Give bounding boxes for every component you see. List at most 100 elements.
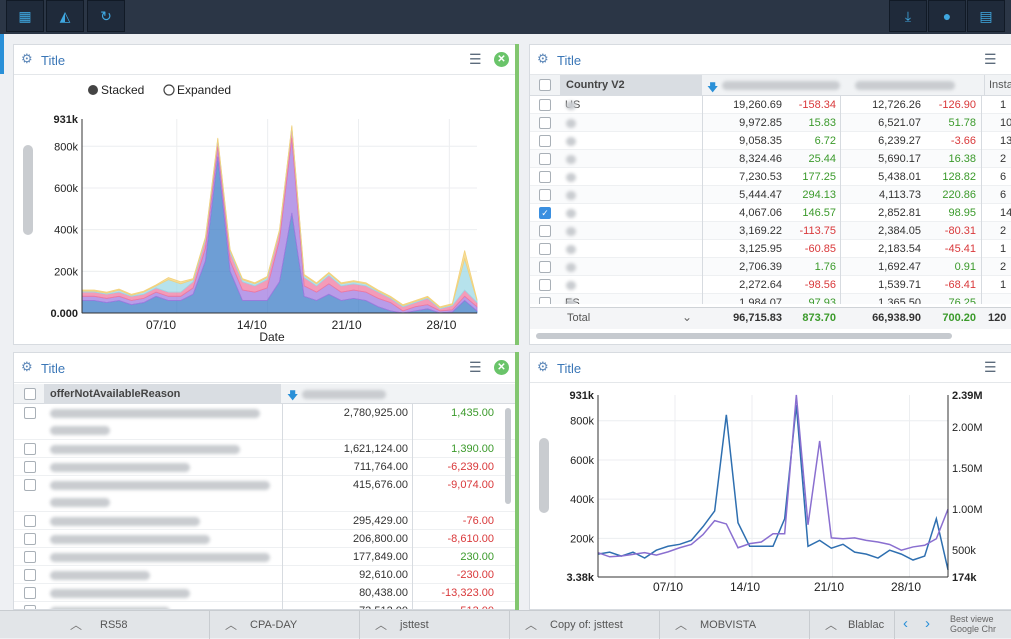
gear-icon[interactable]: ⚙ <box>537 51 549 67</box>
table-row[interactable]: 8,324.46 25.44 5,690.17 16.38 2 <box>530 150 1011 168</box>
table-row[interactable]: 295,429.00 -76.00 <box>14 512 515 530</box>
chevron-up-icon[interactable]: ︿ <box>820 611 842 639</box>
table-row[interactable]: 3,125.95 -60.85 2,183.54 -45.41 1 <box>530 240 1011 258</box>
row-checkbox[interactable] <box>24 551 36 563</box>
tab-next-icon[interactable]: › <box>925 615 930 632</box>
row-checkbox[interactable] <box>539 261 551 273</box>
column-header-country[interactable]: Country V2 <box>560 75 702 96</box>
tab-4[interactable]: ︿ Copy of: jsttest <box>510 611 660 639</box>
table-row[interactable]: 711,764.00 -6,239.00 <box>14 458 515 476</box>
table-row[interactable]: 80,438.00 -13,323.00 <box>14 584 515 602</box>
row-checkbox[interactable] <box>24 479 36 491</box>
legend-expanded-dot[interactable] <box>163 84 175 96</box>
table-row[interactable]: 92,610.00 -230.00 <box>14 566 515 584</box>
chevron-up-icon[interactable]: ︿ <box>520 611 542 639</box>
row-checkbox[interactable] <box>24 533 36 545</box>
table-row[interactable]: 2,272.64 -98.56 1,539.71 -68.41 1 <box>530 276 1011 294</box>
table-row[interactable]: 206,800.00 -8,610.00 <box>14 530 515 548</box>
table-row[interactable]: US19,260.69-158.3412,726.26-126.901 <box>530 96 1011 114</box>
tab-5[interactable]: ︿ MOBVISTA <box>660 611 810 639</box>
row-checkbox[interactable] <box>24 587 36 599</box>
download-icon[interactable]: ⤓ <box>889 0 927 32</box>
row-checkbox[interactable] <box>539 225 551 237</box>
table-row[interactable]: 3,169.22 -113.75 2,384.05 -80.31 2 <box>530 222 1011 240</box>
chevron-up-icon[interactable]: ︿ <box>220 611 242 639</box>
table-icon[interactable]: ▦ <box>6 0 44 32</box>
panel-title[interactable]: Title <box>41 361 65 376</box>
area-chart-icon[interactable]: ◭ <box>46 0 84 32</box>
refresh-icon[interactable]: ↻ <box>87 0 125 32</box>
book-icon[interactable]: ▤ <box>967 0 1005 32</box>
value-cell: 2,384.05 <box>878 225 921 237</box>
y-right-tick-label: 500k <box>952 545 976 557</box>
table-row[interactable]: 9,972.85 15.83 6,521.07 51.78 10 <box>530 114 1011 132</box>
chevron-up-icon[interactable]: ︿ <box>65 611 87 639</box>
row-checkbox[interactable] <box>539 171 551 183</box>
resize-handle[interactable] <box>515 44 519 345</box>
user-icon[interactable]: ● <box>928 0 966 32</box>
tab-1[interactable]: ︿ RS58 <box>60 611 210 639</box>
tab-6[interactable]: ︿ Blablac <box>810 611 895 639</box>
blurred-country <box>566 191 576 200</box>
tab-2[interactable]: ︿ CPA-DAY <box>210 611 360 639</box>
chevron-down-icon[interactable]: ⌄ <box>682 310 692 324</box>
row-checkbox[interactable]: ✓ <box>539 207 551 219</box>
table-row[interactable]: ✓ 4,067.06 146.57 2,852.81 98.95 14 <box>530 204 1011 222</box>
tab-3[interactable]: ︿ jsttest <box>360 611 510 639</box>
row-checkbox[interactable] <box>539 279 551 291</box>
row-checkbox[interactable] <box>539 99 551 111</box>
table-row[interactable]: 7,230.53 177.25 5,438.01 128.82 6 <box>530 168 1011 186</box>
row-checkbox[interactable] <box>24 461 36 473</box>
menu-icon[interactable]: ☰ <box>984 51 997 68</box>
close-icon[interactable]: ✕ <box>494 52 509 67</box>
table-row[interactable]: 177,849.00 230.00 <box>14 548 515 566</box>
panel-title[interactable]: Title <box>557 361 581 376</box>
row-checkbox[interactable] <box>24 569 36 581</box>
column-header-blurred[interactable] <box>855 81 955 90</box>
table-row[interactable]: ES1,984.0797.931,365.5076.25 <box>530 294 1011 304</box>
panel-title[interactable]: Title <box>557 53 581 68</box>
legend-stacked-dot[interactable] <box>88 85 98 95</box>
select-all-checkbox[interactable] <box>24 388 36 400</box>
table-row[interactable]: 73,512.00-513.00 <box>14 602 515 609</box>
row-checkbox[interactable] <box>539 135 551 147</box>
tab-prev-icon[interactable]: ‹ <box>903 615 908 632</box>
menu-icon[interactable]: ☰ <box>984 359 997 376</box>
row-checkbox[interactable] <box>24 407 36 419</box>
column-header-reason[interactable]: offerNotAvailableReason <box>44 384 281 404</box>
table-row[interactable]: 5,444.47 294.13 4,113.73 220.86 6 <box>530 186 1011 204</box>
close-icon[interactable]: ✕ <box>494 360 509 375</box>
select-all-checkbox[interactable] <box>539 79 551 91</box>
table-row[interactable]: 2,780,925.00 1,435.00 <box>14 404 515 440</box>
delta-cell: -158.34 <box>798 99 836 111</box>
gear-icon[interactable]: ⚙ <box>537 359 549 375</box>
chevron-up-icon[interactable]: ︿ <box>370 611 392 639</box>
menu-icon[interactable]: ☰ <box>469 359 482 376</box>
menu-icon[interactable]: ☰ <box>469 51 482 68</box>
column-header-blurred[interactable] <box>302 390 386 399</box>
row-checkbox[interactable] <box>539 117 551 129</box>
row-checkbox[interactable] <box>539 297 551 304</box>
legend-stacked-label[interactable]: Stacked <box>101 83 144 97</box>
horizontal-scrollbar[interactable] <box>536 333 952 339</box>
row-checkbox[interactable] <box>539 153 551 165</box>
table-row[interactable]: 415,676.00 -9,074.00 <box>14 476 515 512</box>
chevron-up-icon[interactable]: ︿ <box>670 611 692 639</box>
column-header-install[interactable]: Insta <box>984 75 1011 96</box>
legend-expanded-label[interactable]: Expanded <box>177 83 231 97</box>
resize-handle[interactable] <box>515 352 519 610</box>
row-checkbox[interactable] <box>539 189 551 201</box>
gear-icon[interactable]: ⚙ <box>21 51 33 67</box>
row-checkbox[interactable] <box>539 243 551 255</box>
panel-title[interactable]: Title <box>41 53 65 68</box>
gear-icon[interactable]: ⚙ <box>21 359 33 375</box>
column-header-blurred[interactable] <box>722 81 840 90</box>
table-row[interactable]: 1,621,124.00 1,390.00 <box>14 440 515 458</box>
row-checkbox[interactable] <box>24 515 36 527</box>
table-row[interactable]: 9,058.35 6.72 6,239.27 -3.66 13 <box>530 132 1011 150</box>
table-row[interactable]: 2,706.39 1.76 1,692.47 0.91 2 <box>530 258 1011 276</box>
vertical-scrollbar[interactable] <box>505 408 511 504</box>
value-cell: 2,706.39 <box>739 261 782 273</box>
row-checkbox[interactable] <box>24 443 36 455</box>
y-right-tick-label: 1.50M <box>952 463 983 475</box>
